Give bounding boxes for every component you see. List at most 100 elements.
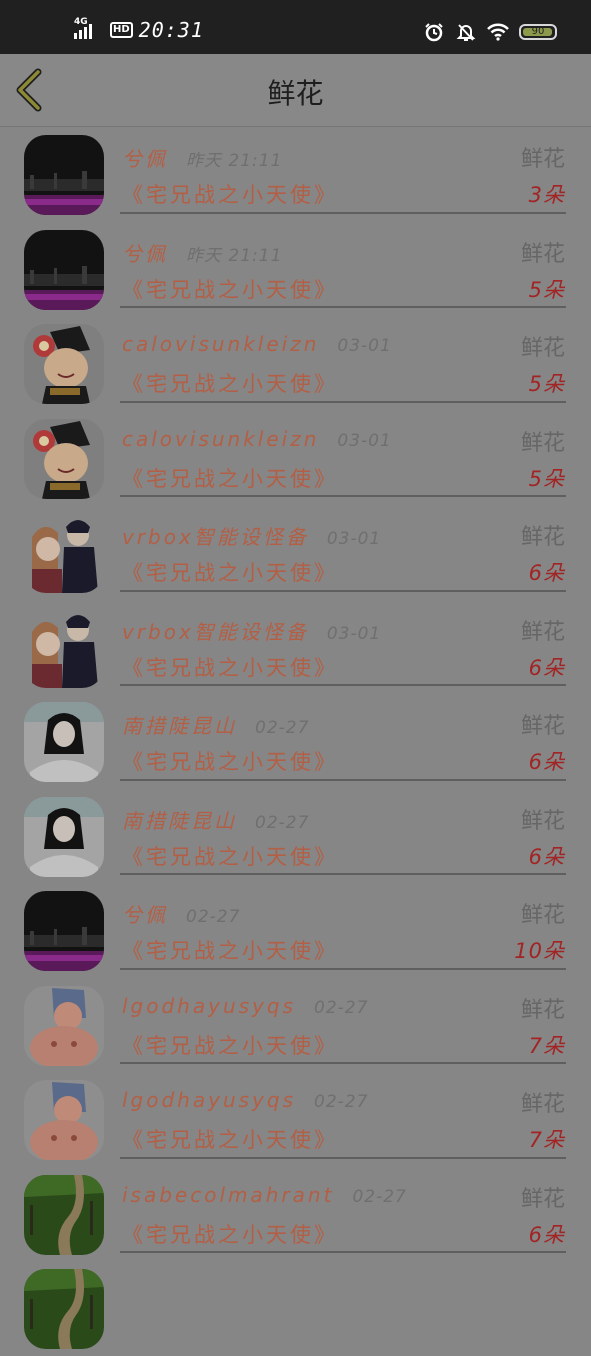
avatar[interactable]: [24, 418, 104, 499]
item-header: 南措陡昆山 02-27: [122, 710, 309, 739]
user-name: 南措陡昆山: [122, 714, 237, 738]
list-item[interactable]: 南措陡昆山 02-27 鲜花 《宅兄战之小天使》 6朵: [0, 694, 591, 789]
flower-count: 7朵: [528, 1033, 565, 1058]
item-header: lgodhayusyqs 02-27: [122, 994, 368, 1018]
status-right: 90: [423, 22, 557, 42]
divider: [120, 873, 566, 875]
flower-count: 6朵: [528, 655, 565, 680]
item-header: 兮佩 02-27: [122, 899, 240, 928]
item-time: 02-27: [314, 1092, 369, 1112]
book-title: 《宅兄战之小天使》: [122, 183, 338, 207]
avatar[interactable]: [24, 513, 104, 593]
list-item[interactable]: 南措陡昆山 02-27 鲜花 《宅兄战之小天使》 6朵: [0, 789, 591, 884]
gift-category: 鲜花: [520, 147, 565, 172]
list-item[interactable]: calovisunkleizn 03-01 鲜花 《宅兄战之小天使》 5朵: [0, 316, 591, 411]
status-time: 20:31: [138, 18, 204, 42]
flower-record-list[interactable]: 兮佩 昨天 21:11 鲜花 《宅兄战之小天使》 3朵 兮佩 昨天 21:11 …: [0, 127, 591, 1356]
divider: [120, 211, 566, 214]
list-item[interactable]: vrbox智能设怪备 03-01 鲜花 《宅兄战之小天使》 6朵: [0, 505, 591, 600]
list-item[interactable]: isabecolmahrant 02-27 鲜花 《宅兄战之小天使》 6朵: [0, 1167, 591, 1262]
list-item[interactable]: vrbox智能设怪备 03-01 鲜花 《宅兄战之小天使》 6朵: [0, 600, 591, 695]
item-header: vrbox智能设怪备 03-01: [122, 521, 381, 550]
item-time: 03-01: [337, 430, 392, 451]
item-time: 02-27: [255, 812, 310, 833]
flower-count: 6朵: [528, 561, 565, 585]
avatar[interactable]: [24, 135, 104, 215]
book-title: 《宅兄战之小天使》: [122, 466, 338, 491]
flower-count: 3朵: [528, 183, 565, 207]
divider: [120, 1156, 566, 1159]
gift-category: 鲜花: [520, 241, 565, 267]
item-time: 02-27: [255, 718, 310, 738]
user-name: 兮佩: [122, 147, 168, 171]
user-name: 南措陡昆山: [122, 808, 237, 833]
item-header: 兮佩 昨天 21:11: [122, 143, 282, 172]
avatar[interactable]: [24, 607, 104, 688]
gift-category: 鲜花: [520, 714, 565, 739]
status-bar: 4G HD 20:31 90: [0, 0, 591, 54]
divider: [120, 778, 566, 781]
avatar[interactable]: [24, 1174, 104, 1255]
list-item[interactable]: calovisunkleizn 03-01 鲜花 《宅兄战之小天使》 5朵: [0, 411, 591, 506]
status-left: 4G HD 20:31: [74, 17, 204, 42]
avatar[interactable]: [24, 702, 104, 782]
avatar[interactable]: [24, 985, 104, 1066]
network-type: 4G: [74, 17, 88, 27]
divider: [120, 1062, 566, 1064]
book-title: 《宅兄战之小天使》: [122, 561, 338, 585]
hd-badge: HD: [110, 22, 133, 38]
divider: [120, 495, 566, 497]
avatar[interactable]: [24, 1080, 104, 1160]
user-name: lgodhayusyqs: [122, 1088, 296, 1112]
flower-count: 5朵: [528, 372, 565, 396]
book-title: 《宅兄战之小天使》: [122, 939, 338, 963]
item-time: 03-01: [326, 623, 382, 644]
flower-count: 7朵: [528, 1128, 565, 1152]
book-title: 《宅兄战之小天使》: [122, 277, 338, 302]
avatar[interactable]: [24, 324, 104, 404]
gift-category: 鲜花: [520, 1092, 565, 1117]
item-header: calovisunkleizn 03-01: [122, 427, 392, 451]
gift-category: 鲜花: [520, 903, 565, 928]
book-title: 《宅兄战之小天使》: [122, 372, 338, 396]
user-name: isabecolmahrant: [122, 1182, 335, 1207]
item-header: lgodhayusyqs 02-27: [122, 1088, 368, 1112]
list-item[interactable]: 兮佩 昨天 21:11 鲜花 《宅兄战之小天使》 3朵: [0, 127, 591, 222]
gift-category: 鲜花: [520, 1186, 565, 1212]
flower-count: 6朵: [528, 1222, 565, 1247]
divider: [120, 967, 566, 970]
user-name: calovisunkleizn: [122, 426, 320, 451]
book-title: 《宅兄战之小天使》: [122, 1033, 338, 1058]
signal-icon: 4G: [74, 17, 104, 39]
avatar[interactable]: [24, 796, 104, 877]
avatar[interactable]: [24, 1269, 104, 1349]
item-header: vrbox智能设怪备 03-01: [122, 616, 381, 645]
avatar[interactable]: [24, 891, 104, 971]
list-item[interactable]: 兮佩 昨天 21:11 鲜花 《宅兄战之小天使》 5朵: [0, 222, 591, 317]
list-item[interactable]: [0, 1261, 591, 1356]
divider: [120, 589, 566, 592]
flower-count: 6朵: [528, 844, 565, 869]
list-item[interactable]: 兮佩 02-27 鲜花 《宅兄战之小天使》 10朵: [0, 883, 591, 978]
user-name: 兮佩: [122, 241, 168, 266]
divider: [120, 400, 566, 403]
divider: [120, 306, 566, 308]
item-header: 兮佩 昨天 21:11: [122, 238, 282, 267]
header: 鲜花: [0, 54, 591, 127]
user-name: vrbox智能设怪备: [122, 525, 309, 549]
avatar[interactable]: [24, 229, 104, 310]
flower-count: 6朵: [528, 750, 565, 774]
item-header: 南措陡昆山 02-27: [122, 805, 309, 834]
item-time: 03-01: [326, 529, 382, 549]
item-header: calovisunkleizn 03-01: [122, 332, 392, 356]
flower-count: 5朵: [528, 466, 565, 491]
mute-notification-icon: [455, 22, 477, 42]
divider: [120, 684, 566, 686]
item-header: isabecolmahrant 02-27: [122, 1183, 407, 1207]
flower-count: 10朵: [514, 939, 565, 963]
list-item[interactable]: lgodhayusyqs 02-27 鲜花 《宅兄战之小天使》 7朵: [0, 978, 591, 1073]
book-title: 《宅兄战之小天使》: [122, 750, 338, 774]
user-name: lgodhayusyqs: [122, 993, 296, 1018]
list-item[interactable]: lgodhayusyqs 02-27 鲜花 《宅兄战之小天使》 7朵: [0, 1072, 591, 1167]
gift-category: 鲜花: [520, 808, 565, 834]
